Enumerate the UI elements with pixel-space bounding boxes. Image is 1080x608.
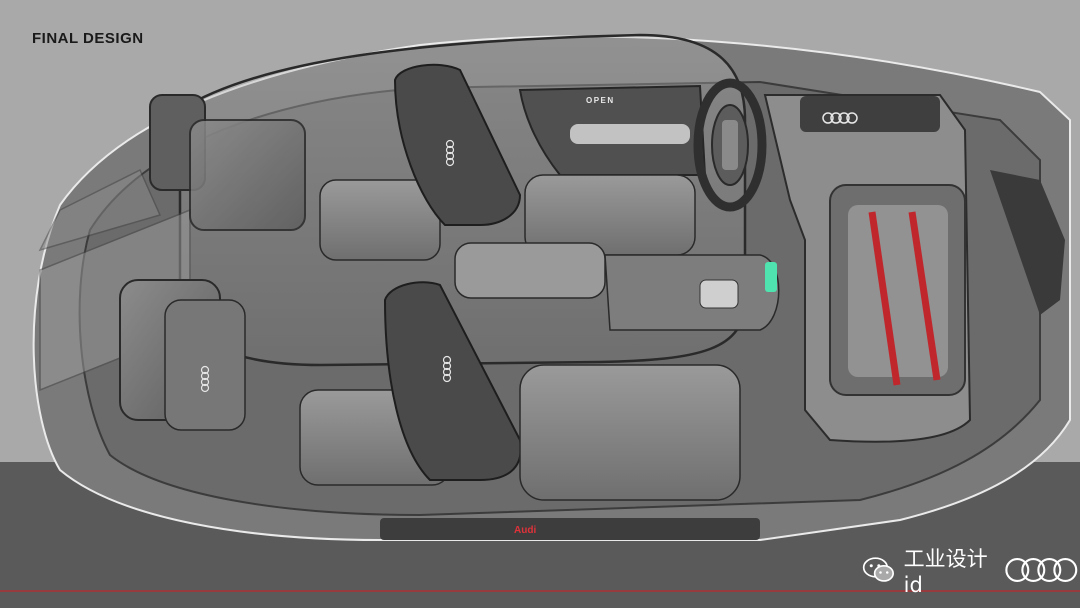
center-console [604, 254, 780, 331]
sill-brand-label: Audi [514, 525, 536, 536]
center-armrest [454, 242, 606, 299]
car-interior-sketch: OPEN Audi [0, 33, 1080, 608]
ambient-light [765, 262, 777, 292]
wechat-icon [862, 557, 894, 582]
gear-selector [699, 279, 739, 309]
watermark: 工业设计id [862, 543, 1080, 597]
dash-vent [570, 124, 690, 144]
door-sill [380, 518, 760, 540]
four-rings-logo [1004, 558, 1077, 582]
design-title: FINAL DESIGN [32, 30, 144, 47]
watermark-text: 工业设计id [903, 547, 988, 597]
front-panel [800, 96, 940, 132]
dash-label: OPEN [586, 96, 615, 105]
